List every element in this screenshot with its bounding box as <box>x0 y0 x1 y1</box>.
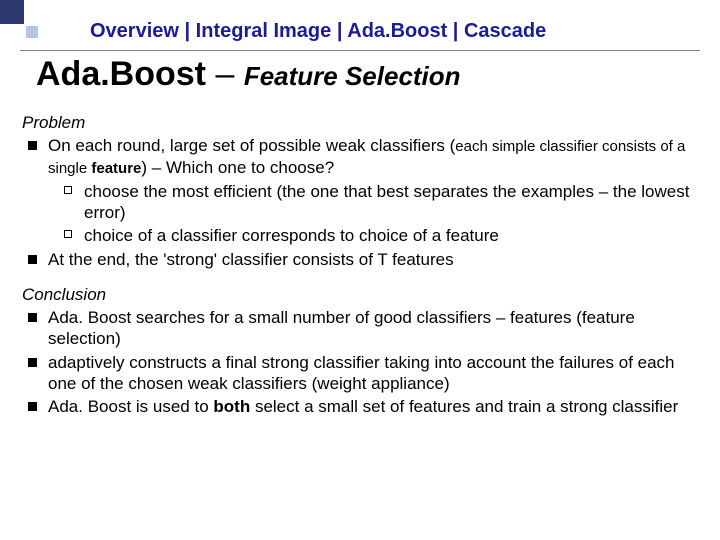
list-item: choice of a classifier corresponds to ch… <box>60 225 700 246</box>
problem-label: Problem <box>22 112 700 133</box>
breadcrumb-item-integral: Integral Image <box>196 20 332 42</box>
text-small-bold: feature <box>91 160 141 177</box>
text: At the end, the 'strong' classifier cons… <box>48 250 454 269</box>
list-item: At the end, the 'strong' classifier cons… <box>22 249 700 270</box>
text: Ada. Boost searches for a small number o… <box>48 308 635 348</box>
list-item: choose the most efficient (the one that … <box>60 181 700 224</box>
problem-list: On each round, large set of possible wea… <box>22 135 700 270</box>
conclusion-label: Conclusion <box>22 284 700 305</box>
list-item: Ada. Boost is used to both select a smal… <box>22 396 700 417</box>
divider <box>20 50 700 51</box>
title-sub: Feature Selection <box>244 61 461 91</box>
breadcrumb-sep: | <box>179 20 196 42</box>
title-main: Ada.Boost <box>36 55 206 93</box>
text: choose the most efficient (the one that … <box>84 182 689 222</box>
page-title: Ada.Boost – Feature Selection <box>36 55 461 94</box>
breadcrumb-sep: | <box>447 20 464 42</box>
breadcrumb-item-cascade: Cascade <box>464 20 546 42</box>
text: Ada. Boost is used to <box>48 397 213 416</box>
corner-square-small <box>26 26 38 38</box>
list-item: Ada. Boost searches for a small number o… <box>22 307 700 350</box>
breadcrumb: Overview | Integral Image | Ada.Boost | … <box>90 20 700 43</box>
corner-square-large <box>0 0 24 24</box>
sub-list: choose the most efficient (the one that … <box>60 181 700 247</box>
breadcrumb-item-overview: Overview <box>90 20 179 42</box>
breadcrumb-item-adaboost: Ada.Boost <box>347 20 447 42</box>
text-bold: both <box>213 397 250 416</box>
list-item: On each round, large set of possible wea… <box>22 135 700 246</box>
text: choice of a classifier corresponds to ch… <box>84 226 499 245</box>
text: select a small set of features and train… <box>250 397 678 416</box>
text: adaptively constructs a final strong cla… <box>48 353 675 393</box>
conclusion-list: Ada. Boost searches for a small number o… <box>22 307 700 417</box>
corner-decoration <box>0 0 55 48</box>
title-dash: – <box>206 55 244 93</box>
text: On each round, large set of possible wea… <box>48 136 455 155</box>
breadcrumb-sep: | <box>331 20 347 42</box>
text: ) – Which one to choose? <box>141 158 334 177</box>
content: Problem On each round, large set of poss… <box>22 108 700 431</box>
list-item: adaptively constructs a final strong cla… <box>22 352 700 395</box>
